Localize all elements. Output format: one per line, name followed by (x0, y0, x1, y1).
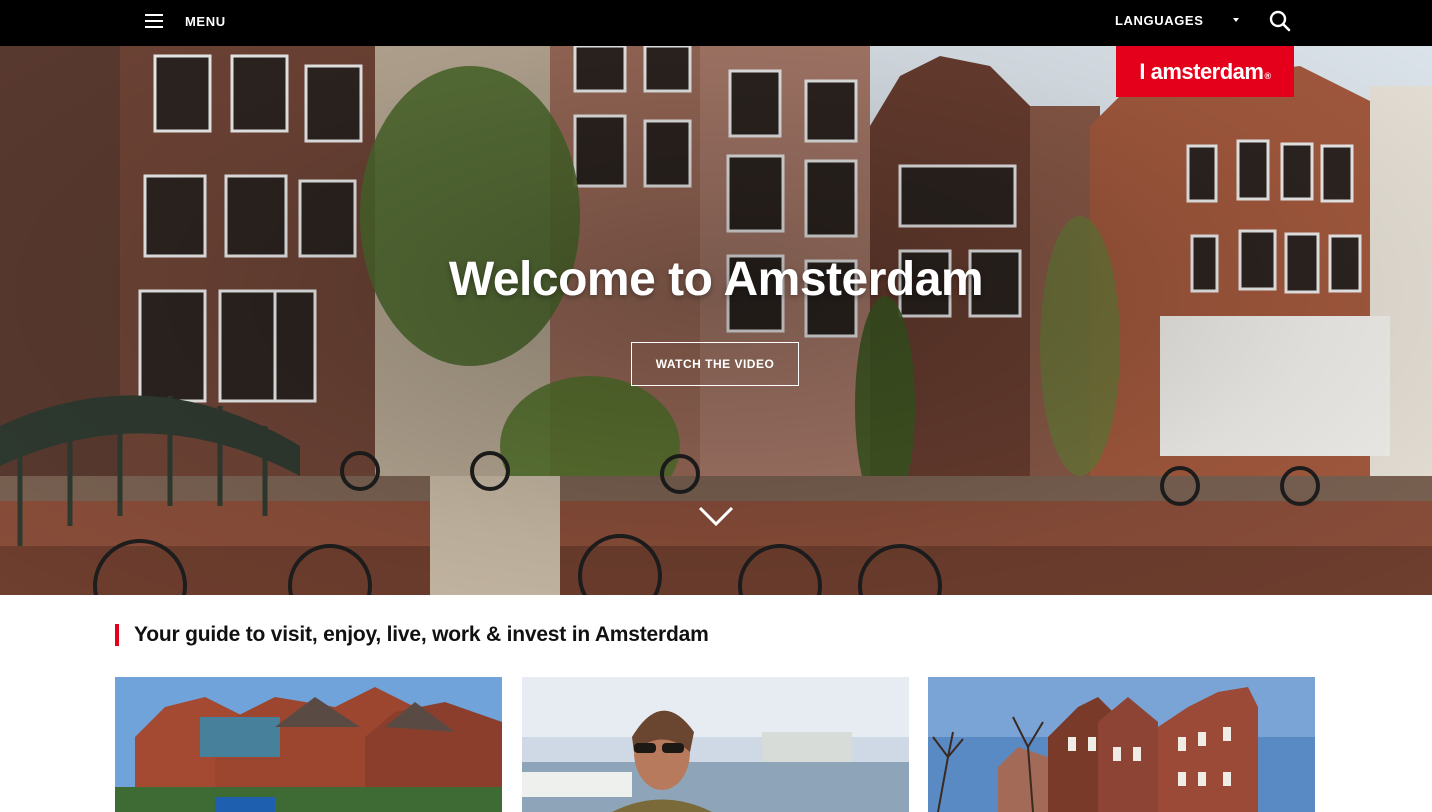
smiling-woman-image (522, 677, 909, 812)
guide-section-heading: Your guide to visit, enjoy, live, work &… (115, 623, 709, 646)
menu-button[interactable]: MENU (145, 0, 226, 42)
hero-banner: I amsterdam ® Welcome to Amsterdam WATCH … (0, 46, 1432, 595)
watch-video-button[interactable]: WATCH THE VIDEO (631, 342, 799, 386)
menu-label: MENU (185, 13, 226, 29)
logo-registered-mark: ® (1264, 71, 1271, 81)
guide-card-enjoy[interactable] (522, 677, 909, 812)
languages-dropdown[interactable]: LANGUAGES (1115, 0, 1239, 40)
logo-text: I amsterdam (1139, 58, 1264, 84)
scroll-down-button[interactable] (698, 504, 734, 528)
search-icon (1269, 10, 1291, 32)
chevron-down-icon (698, 506, 734, 527)
guide-heading-text: Your guide to visit, enjoy, live, work &… (134, 623, 709, 646)
hamburger-icon (145, 14, 163, 28)
top-navigation-bar: MENU LANGUAGES (0, 0, 1432, 46)
hero-title: Welcome to Amsterdam (448, 253, 984, 306)
caret-down-icon (1233, 18, 1239, 22)
i-amsterdam-logo[interactable]: I amsterdam ® (1116, 46, 1294, 97)
heading-accent-bar (115, 624, 119, 646)
guide-card-visit[interactable] (115, 677, 502, 812)
rijksmuseum-image (115, 677, 502, 812)
canal-houses-image (928, 677, 1315, 812)
guide-card-live[interactable] (928, 677, 1315, 812)
languages-label: LANGUAGES (1115, 12, 1204, 28)
search-button[interactable] (1268, 9, 1292, 33)
